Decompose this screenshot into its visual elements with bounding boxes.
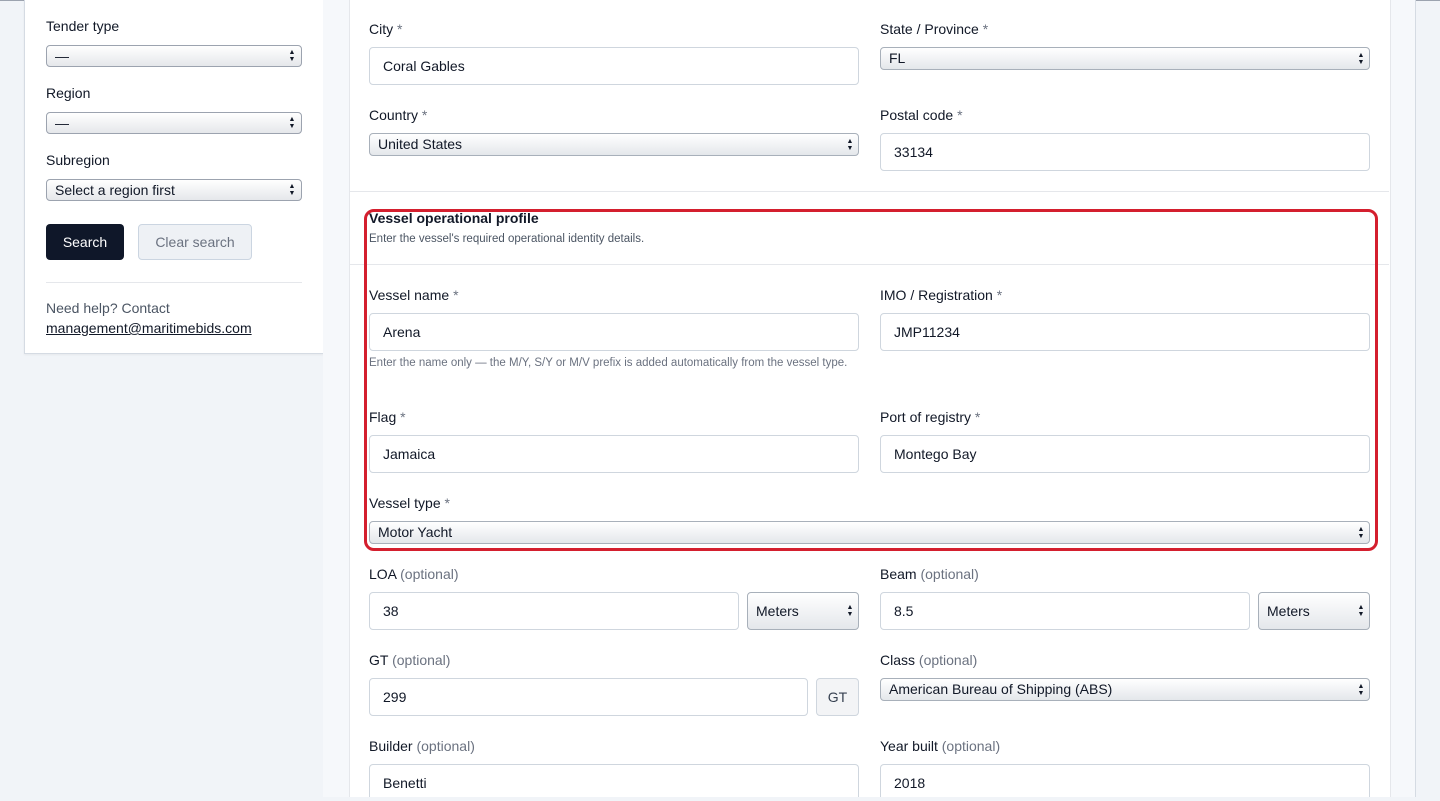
help-text: Need help? Contact: [46, 300, 170, 316]
vessel-type-value: Motor Yacht: [378, 524, 453, 540]
country-label: Country *: [369, 107, 428, 123]
search-button[interactable]: Search: [46, 224, 124, 260]
section-header-divider: [349, 264, 1389, 265]
flag-label: Flag *: [369, 409, 406, 425]
section-divider: [349, 191, 1389, 192]
class-label: Class (optional): [880, 652, 978, 668]
gt-unit-label: GT: [816, 678, 859, 716]
loa-label: LOA (optional): [369, 566, 459, 582]
filter-sidebar: Tender type — ▲ ▼ Region — ▲ ▼ Subregion S…: [24, 0, 324, 354]
class-select[interactable]: American Bureau of Shipping (ABS) ▲ ▼: [880, 678, 1370, 701]
subregion-label: Subregion: [46, 152, 110, 168]
section-title: Vessel operational profile: [369, 210, 539, 226]
flag-input[interactable]: Jamaica: [369, 435, 859, 473]
builder-input[interactable]: Benetti: [369, 764, 859, 797]
year-built-label: Year built (optional): [880, 738, 1001, 754]
postal-code-label: Postal code *: [880, 107, 963, 123]
imo-label: IMO / Registration *: [880, 287, 1003, 303]
tender-type-value: —: [55, 48, 69, 64]
beam-input[interactable]: 8.5: [880, 592, 1250, 630]
vessel-type-label: Vessel type *: [369, 495, 450, 511]
year-built-input[interactable]: 2018: [880, 764, 1370, 797]
subregion-value: Select a region first: [55, 182, 175, 198]
region-label: Region: [46, 85, 91, 101]
loa-input[interactable]: 38: [369, 592, 739, 630]
beam-unit-value: Meters: [1267, 603, 1310, 619]
loa-unit-value: Meters: [756, 603, 799, 619]
city-input[interactable]: Coral Gables: [369, 47, 859, 85]
city-label: City *: [369, 21, 403, 37]
sidebar-divider: [46, 282, 302, 283]
subregion-select[interactable]: Select a region first ▲ ▼: [46, 179, 302, 201]
state-select[interactable]: FL ▲ ▼: [880, 47, 1370, 70]
beam-unit-select[interactable]: Meters ▲ ▼: [1258, 592, 1370, 630]
state-value: FL: [889, 50, 906, 66]
vessel-name-input[interactable]: Arena: [369, 313, 859, 351]
vessel-name-hint: Enter the name only — the M/Y, S/Y or M/…: [369, 357, 848, 369]
port-of-registry-label: Port of registry *: [880, 409, 981, 425]
country-value: United States: [378, 136, 463, 152]
vessel-name-label: Vessel name *: [369, 287, 459, 303]
chevron-updown-icon: ▲ ▼: [288, 49, 296, 63]
chevron-updown-icon: ▲ ▼: [846, 604, 854, 618]
loa-unit-select[interactable]: Meters ▲ ▼: [747, 592, 859, 630]
chevron-updown-icon: ▲ ▼: [1357, 683, 1365, 697]
tender-type-select[interactable]: — ▲ ▼: [46, 45, 302, 67]
chevron-updown-icon: ▲ ▼: [288, 183, 296, 197]
chevron-updown-icon: ▲ ▼: [1357, 604, 1365, 618]
postal-code-input[interactable]: 33134: [880, 133, 1370, 171]
imo-input[interactable]: JMP11234: [880, 313, 1370, 351]
section-subtitle: Enter the vessel's required operational …: [369, 233, 645, 245]
vessel-type-select[interactable]: Motor Yacht ▲ ▼: [369, 521, 1370, 544]
class-value: American Bureau of Shipping (ABS): [889, 681, 1113, 697]
port-of-registry-input[interactable]: Montego Bay: [880, 435, 1370, 473]
gt-label: GT (optional): [369, 652, 451, 668]
chevron-updown-icon: ▲ ▼: [846, 138, 854, 152]
country-select[interactable]: United States ▲ ▼: [369, 133, 859, 156]
tender-type-label: Tender type: [46, 18, 120, 34]
beam-label: Beam (optional): [880, 566, 979, 582]
builder-label: Builder (optional): [369, 738, 475, 754]
region-value: —: [55, 115, 69, 131]
chevron-updown-icon: ▲ ▼: [1357, 52, 1365, 66]
state-label: State / Province *: [880, 21, 989, 37]
help-email-link[interactable]: management@maritimebids.com: [46, 320, 252, 336]
chevron-updown-icon: ▲ ▼: [1357, 526, 1365, 540]
region-select[interactable]: — ▲ ▼: [46, 112, 302, 134]
clear-search-button[interactable]: Clear search: [138, 224, 252, 260]
chevron-updown-icon: ▲ ▼: [288, 116, 296, 130]
gt-input[interactable]: 299: [369, 678, 808, 716]
